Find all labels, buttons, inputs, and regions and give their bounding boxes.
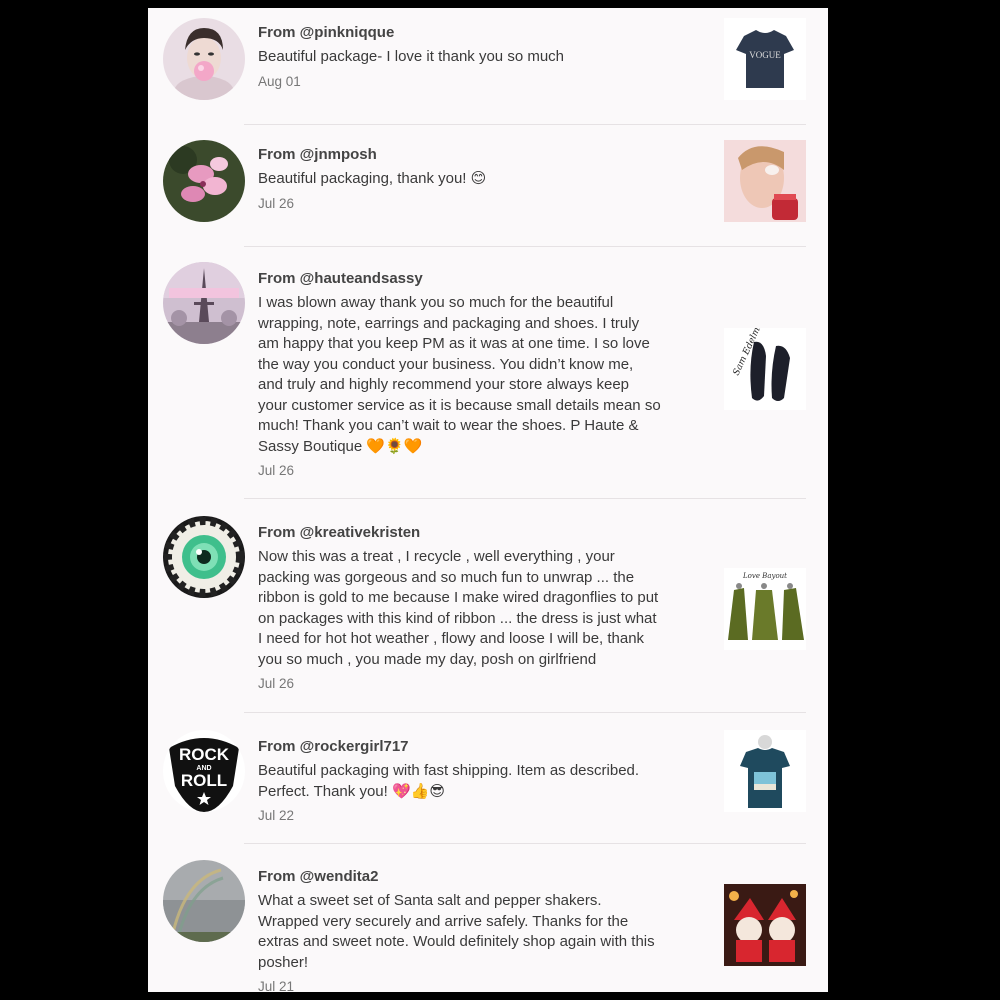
username-link[interactable]: @wendita2	[300, 868, 379, 885]
dresses-brand-text: Love Bayout	[742, 572, 787, 580]
review-message: Beautiful packaging, thank you! 😊	[258, 170, 487, 187]
review-date: Jul 26	[258, 676, 295, 691]
divider	[244, 246, 806, 247]
review-author: From @rockergirl717	[258, 737, 704, 757]
review-author: From @jnmposh	[258, 145, 704, 165]
from-label: From	[258, 270, 296, 287]
divider	[244, 843, 806, 844]
review-date: Jul 21	[258, 979, 295, 992]
review-author: From @pinkniqque	[258, 23, 704, 43]
review-author: From @hauteandsassy	[258, 269, 704, 289]
item-thumbnail-tshirt-icon[interactable]	[724, 730, 806, 812]
review-author: From @kreativekristen	[258, 523, 704, 543]
review-message: I was blown away thank you so much for t…	[258, 294, 661, 455]
review-author: From @wendita2	[258, 867, 704, 887]
username-link[interactable]: @hauteandsassy	[300, 270, 423, 287]
divider	[244, 498, 806, 499]
review-message: What a sweet set of Santa salt and peppe…	[258, 892, 655, 971]
avatar-pink-flowers-icon[interactable]	[163, 140, 245, 222]
from-label: From	[258, 24, 296, 41]
review-date: Jul 26	[258, 195, 295, 211]
avatar-green-eye-icon[interactable]	[163, 516, 245, 598]
rock-text: ROCK	[179, 745, 230, 764]
avatar-rock-and-roll-icon[interactable]: ROCK AND ROLL	[163, 730, 245, 812]
divider	[244, 712, 806, 713]
avatar-paris-eiffel-icon[interactable]	[163, 262, 245, 344]
from-label: From	[258, 146, 296, 163]
review-date: Jul 22	[258, 808, 295, 823]
from-label: From	[258, 868, 296, 885]
tshirt-print-text: VOGUE	[749, 50, 781, 60]
review-date: Jul 26	[258, 463, 295, 478]
review-message: Beautiful packaging with fast shipping. …	[258, 762, 640, 800]
username-link[interactable]: @rockergirl717	[300, 738, 409, 755]
avatar-woman-bubblegum-icon[interactable]	[163, 18, 245, 100]
review-message: Beautiful package- I love it thank you s…	[258, 48, 565, 65]
item-thumbnail-pumps-icon[interactable]: Sam Edelman	[724, 328, 806, 410]
review-date: Aug 01	[258, 73, 301, 89]
review-message: Now this was a treat , I recycle , well …	[258, 548, 659, 668]
divider	[244, 124, 806, 125]
from-label: From	[258, 524, 296, 541]
reviews-panel: From @pinkniqque Beautiful package- I lo…	[148, 8, 828, 992]
item-thumbnail-skincare-icon[interactable]	[724, 140, 806, 222]
item-thumbnail-tshirt-icon[interactable]: VOGUE	[724, 18, 806, 100]
item-thumbnail-dresses-icon[interactable]: Love Bayout	[724, 568, 806, 650]
item-thumbnail-santa-shakers-icon[interactable]	[724, 884, 806, 966]
username-link[interactable]: @jnmposh	[300, 146, 377, 163]
roll-text: ROLL	[181, 771, 227, 790]
username-link[interactable]: @kreativekristen	[300, 524, 421, 541]
avatar-rainbow-sky-icon[interactable]	[163, 860, 245, 942]
username-link[interactable]: @pinkniqque	[300, 24, 395, 41]
from-label: From	[258, 738, 296, 755]
